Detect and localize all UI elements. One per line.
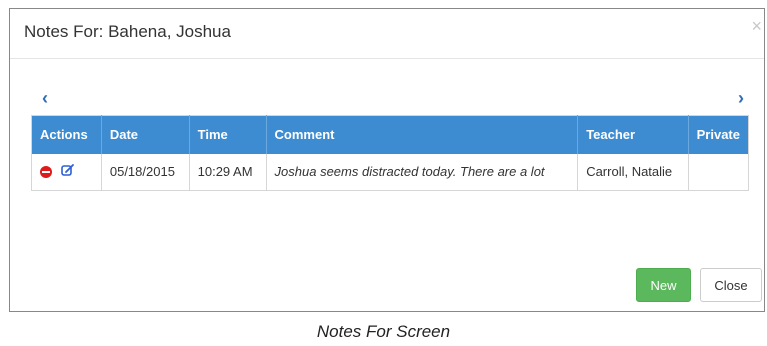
edit-icon[interactable] [60,163,75,180]
row-time: 10:29 AM [189,153,267,191]
row-date: 05/18/2015 [101,153,190,191]
header-time[interactable]: Time [189,115,267,154]
previous-arrow-icon[interactable]: ‹ [42,89,48,107]
close-icon[interactable]: × [751,17,762,35]
next-arrow-icon[interactable]: › [738,89,744,107]
dialog-title: Notes For: Bahena, Joshua [24,22,231,41]
row-teacher: Carroll, Natalie [577,153,689,191]
header-date[interactable]: Date [101,115,190,154]
header-actions: Actions [31,115,102,154]
row-private [688,154,748,191]
delete-icon[interactable] [40,165,52,178]
table-row: 05/18/2015 10:29 AM Joshua seems distrac… [31,153,749,191]
notes-table: Actions Date Time Comment Teacher Privat… [31,115,749,191]
new-button[interactable]: New [636,268,691,302]
row-comment: Joshua seems distracted today. There are… [266,153,579,191]
dialog-header: Notes For: Bahena, Joshua × [10,9,764,59]
notes-dialog: Notes For: Bahena, Joshua × ‹ › Actions … [9,8,765,312]
header-private[interactable]: Private [688,115,749,154]
table-header-row: Actions Date Time Comment Teacher Privat… [31,115,749,154]
close-button[interactable]: Close [700,268,762,302]
figure-caption: Notes For Screen [316,322,451,341]
row-actions-cell [31,153,102,191]
header-comment[interactable]: Comment [266,115,579,154]
header-teacher[interactable]: Teacher [577,115,689,154]
